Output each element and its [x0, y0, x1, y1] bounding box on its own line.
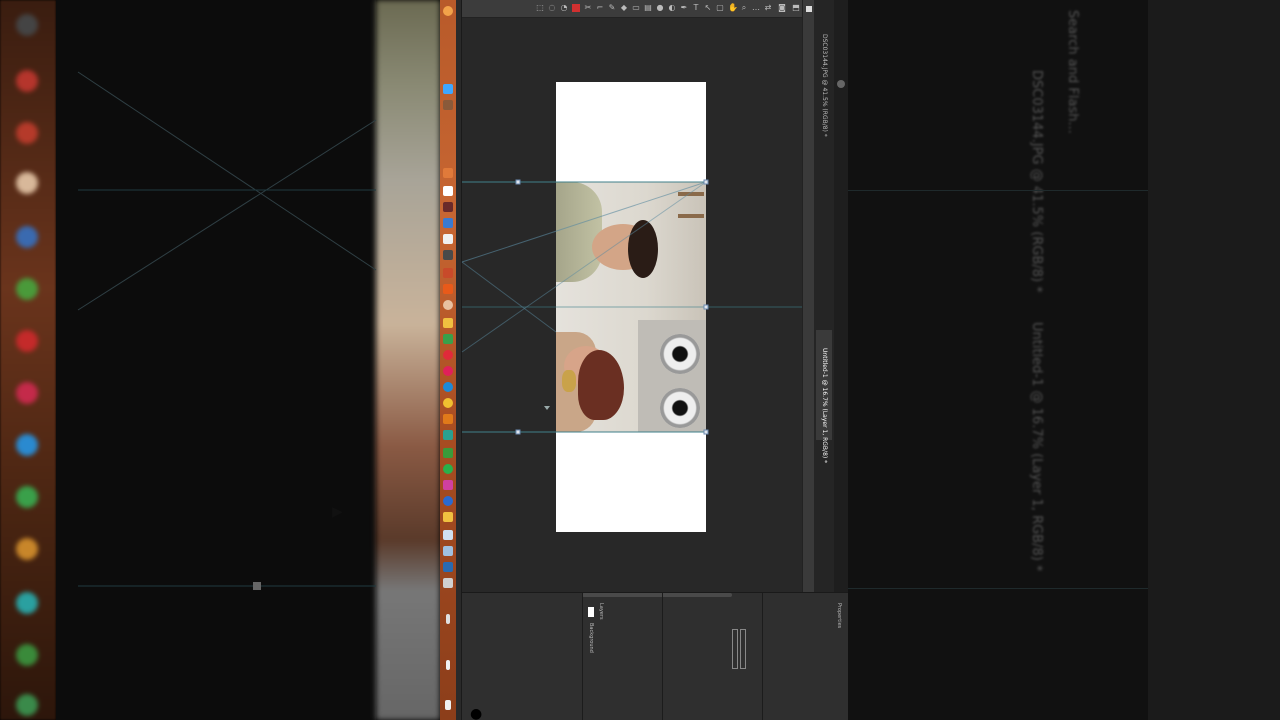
- app-icon-11[interactable]: [443, 530, 453, 540]
- app-icon-6[interactable]: [443, 334, 453, 344]
- panel-echo: [1148, 0, 1280, 720]
- cursor-icon: ●: [470, 706, 483, 720]
- eraser-tool-icon[interactable]: ▭: [632, 4, 640, 12]
- chrome-icon[interactable]: [443, 398, 453, 408]
- canvas-echo: [56, 0, 376, 720]
- tray-chevron-icon[interactable]: [446, 614, 450, 624]
- background-left-blur: [0, 0, 440, 720]
- taskbar-echo: [0, 0, 56, 720]
- quick-mask-icon[interactable]: ◙: [778, 4, 786, 12]
- clock-icon[interactable]: [446, 660, 450, 670]
- minimize-icon[interactable]: [806, 6, 812, 12]
- search-icon[interactable]: [443, 100, 453, 110]
- shape-tool-icon[interactable]: ▢: [716, 4, 724, 12]
- app-icon-3[interactable]: [443, 268, 453, 278]
- placed-photo-layer[interactable]: [556, 182, 706, 432]
- app-icon-7[interactable]: [443, 350, 453, 360]
- echo-doc-tab-2: Untitled-1 @ 16.7% (Layer 1, RGB/8) *: [1029, 322, 1044, 572]
- app-icon-5[interactable]: [443, 300, 453, 310]
- app-icon-13[interactable]: [443, 578, 453, 588]
- screen-mode-icon[interactable]: ⬒: [792, 4, 800, 12]
- start-icon[interactable]: [443, 6, 453, 16]
- app-icon-8[interactable]: [443, 366, 453, 376]
- taskview-icon[interactable]: [443, 168, 453, 178]
- bottom-panels: Layers Background Properties: [462, 592, 848, 720]
- notification-icon[interactable]: [445, 700, 451, 710]
- photoshop-window: ⬚ ◌ ◔ ✂ ⌐ ✎ ◆ ▭ ▤ ● ◐ ✒ T ↖ ▢ ✋ ⌕ … ⇄ ◙ …: [440, 0, 848, 720]
- convert-button[interactable]: [732, 629, 738, 669]
- lasso-tool-icon[interactable]: ◔: [560, 4, 568, 12]
- horizontal-scrollbar[interactable]: [582, 593, 732, 597]
- edge-icon[interactable]: [443, 382, 453, 392]
- facebook-icon[interactable]: [443, 496, 453, 506]
- app-icon-10[interactable]: [443, 448, 453, 458]
- mouse-pointer-echo-icon: ▶: [332, 504, 343, 520]
- app-icon-4[interactable]: [443, 284, 453, 294]
- foreground-color-icon[interactable]: [572, 4, 580, 12]
- move-tool-icon[interactable]: ⬚: [536, 4, 544, 12]
- marquee-tool-icon[interactable]: ◌: [548, 4, 556, 12]
- options-bar: ⬚ ◌ ◔ ✂ ⌐ ✎ ◆ ▭ ▤ ● ◐ ✒ T ↖ ▢ ✋ ⌕ … ⇄ ◙ …: [462, 0, 802, 18]
- swap-colors-icon[interactable]: ⇄: [764, 4, 772, 12]
- pen-tool-icon[interactable]: ✒: [680, 4, 688, 12]
- app-icon-2[interactable]: [443, 250, 453, 260]
- tab-document-1[interactable]: DSC03144.JPG @ 41.5% (RGB/8) *: [821, 34, 828, 137]
- background-layer-label[interactable]: Background: [588, 623, 594, 653]
- path-tool-icon[interactable]: ↖: [704, 4, 712, 12]
- photoshop-taskbar-icon[interactable]: [443, 562, 453, 572]
- layers-panel-title: Layers: [598, 603, 604, 620]
- blur-tool-icon[interactable]: ●: [656, 4, 664, 12]
- crop-tool-icon[interactable]: ✂: [584, 4, 592, 12]
- app-icon[interactable]: [443, 202, 453, 212]
- file-icon[interactable]: [443, 186, 453, 196]
- vlc-icon[interactable]: [443, 414, 453, 424]
- brush-tool-icon[interactable]: ✎: [608, 4, 616, 12]
- properties-panel-title: Properties: [836, 603, 842, 629]
- app-icon-9[interactable]: [443, 430, 453, 440]
- folder-icon[interactable]: [443, 318, 453, 328]
- edit-toolbar-icon[interactable]: …: [752, 4, 760, 12]
- gradient-tool-icon[interactable]: ▤: [644, 4, 652, 12]
- instagram-icon[interactable]: [443, 480, 453, 490]
- hand-tool-icon[interactable]: ✋: [728, 4, 738, 12]
- echo-search-text: Search and Flash...: [1065, 10, 1080, 134]
- screen-recording: Search and Flash... DSC03144.JPG @ 41.5%…: [0, 0, 1280, 720]
- app-icon-12[interactable]: [443, 546, 453, 556]
- explorer-icon[interactable]: [443, 512, 453, 522]
- windows-taskbar: [440, 0, 456, 720]
- notes-icon[interactable]: [443, 234, 453, 244]
- type-tool-icon[interactable]: T: [692, 4, 700, 12]
- tab-document-2[interactable]: Untitled-1 @ 16.7% (Layer 1, RGB/8) *: [821, 348, 828, 463]
- layer-thumbnail[interactable]: [588, 607, 594, 617]
- whatsapp-icon[interactable]: [443, 464, 453, 474]
- search-icon-panel[interactable]: [837, 80, 845, 88]
- settings-icon[interactable]: [443, 218, 453, 228]
- background-right-blur: Search and Flash... DSC03144.JPG @ 41.5%…: [848, 0, 1280, 720]
- photo-echo: [376, 0, 440, 720]
- edit-contents-button[interactable]: [740, 629, 746, 669]
- stamp-tool-icon[interactable]: ◆: [620, 4, 628, 12]
- echo-doc-tab-1: DSC03144.JPG @ 41.5% (RGB/8) *: [1029, 70, 1044, 293]
- windows-icon[interactable]: [443, 84, 453, 94]
- dodge-tool-icon[interactable]: ◐: [668, 4, 676, 12]
- zoom-tool-icon[interactable]: ⌕: [740, 4, 748, 12]
- eyedropper-icon[interactable]: ⌐: [596, 4, 604, 12]
